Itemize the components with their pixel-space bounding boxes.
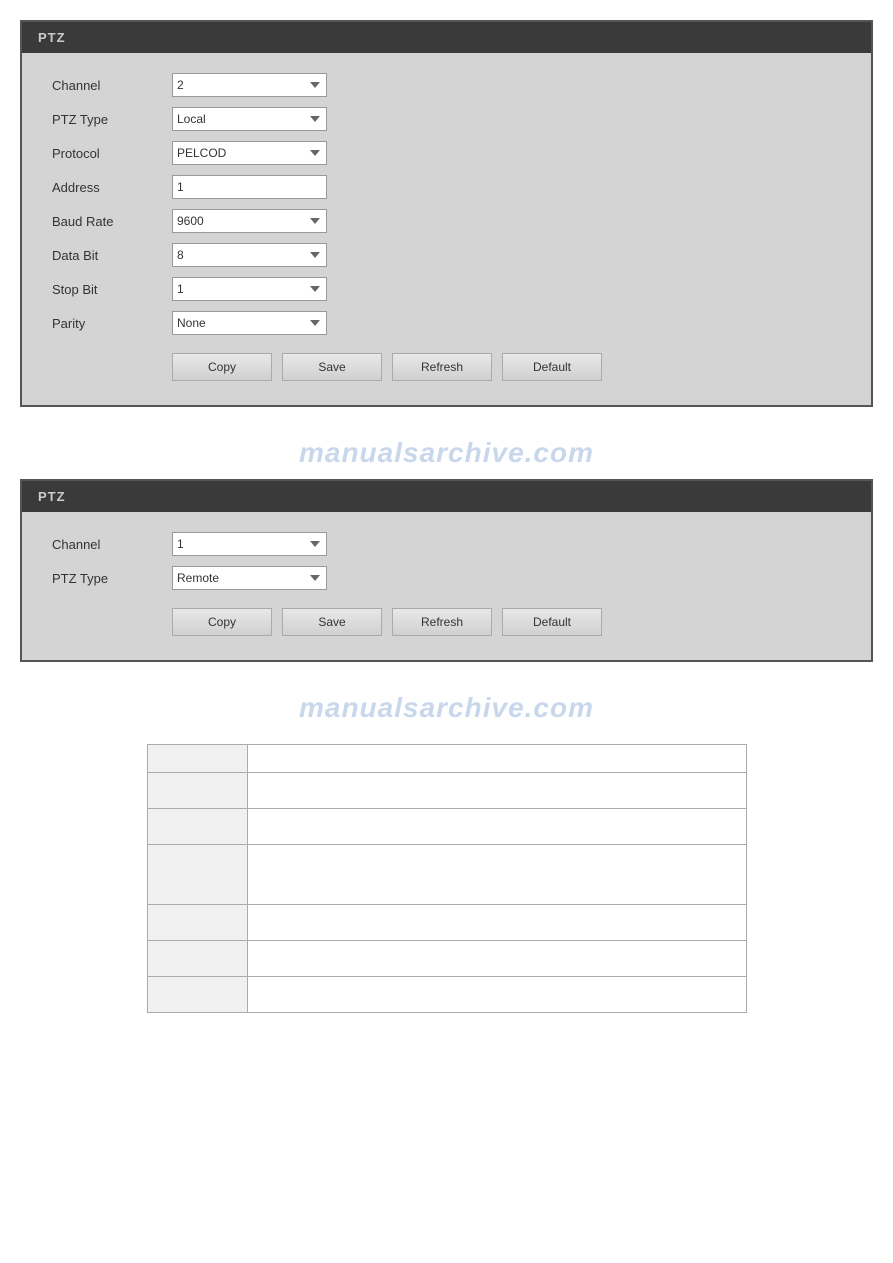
ptz-type-label: PTZ Type [52,112,172,127]
panel2-refresh-button[interactable]: Refresh [392,608,492,636]
data-bit-select[interactable]: 5 6 7 8 [172,243,327,267]
stop-bit-label: Stop Bit [52,282,172,297]
address-label: Address [52,180,172,195]
channel-select[interactable]: 1 2 3 4 [172,73,327,97]
ptz-panel-2: PTZ Channel 1 2 3 4 PTZ Type Local Remot… [20,479,873,662]
ptz-panel-1-body: Channel 1 2 3 4 PTZ Type Local Remote Pr… [22,53,871,405]
stop-bit-select[interactable]: 1 2 [172,277,327,301]
ptz-type-select[interactable]: Local Remote [172,107,327,131]
panel1-button-row: Copy Save Refresh Default [52,353,841,381]
protocol-row: Protocol PELCOD PELCOP [52,141,841,165]
table-row [147,745,746,773]
baud-rate-select[interactable]: 1200 2400 4800 9600 19200 [172,209,327,233]
table-cell-label [147,977,247,1013]
protocol-label: Protocol [52,146,172,161]
table-cell-label [147,809,247,845]
table-cell-label [147,773,247,809]
panel1-refresh-button[interactable]: Refresh [392,353,492,381]
table-row [147,977,746,1013]
table-row [147,845,746,905]
panel1-default-button[interactable]: Default [502,353,602,381]
table-cell-label [147,845,247,905]
protocol-select[interactable]: PELCOD PELCOP [172,141,327,165]
table-section [147,744,747,1013]
p2-ptz-type-label: PTZ Type [52,571,172,586]
data-bit-row: Data Bit 5 6 7 8 [52,243,841,267]
p2-ptz-type-row: PTZ Type Local Remote [52,566,841,590]
ptz-panel-1-title: PTZ [38,30,66,45]
table-row [147,941,746,977]
table-cell-value [247,745,746,773]
p2-ptz-type-select[interactable]: Local Remote [172,566,327,590]
table-cell-value [247,845,746,905]
channel-row: Channel 1 2 3 4 [52,73,841,97]
table-cell-value [247,773,746,809]
data-table [147,744,747,1013]
address-input[interactable] [172,175,327,199]
stop-bit-row: Stop Bit 1 2 [52,277,841,301]
parity-select[interactable]: None Odd Even [172,311,327,335]
table-cell-value [247,941,746,977]
panel1-copy-button[interactable]: Copy [172,353,272,381]
ptz-panel-2-header: PTZ [22,481,871,512]
table-row [147,809,746,845]
ptz-panel-1: PTZ Channel 1 2 3 4 PTZ Type Local Remot… [20,20,873,407]
table-row [147,773,746,809]
table-cell-label [147,905,247,941]
table-row [147,905,746,941]
address-row: Address [52,175,841,199]
parity-label: Parity [52,316,172,331]
panel2-copy-button[interactable]: Copy [172,608,272,636]
p2-channel-label: Channel [52,537,172,552]
data-bit-label: Data Bit [52,248,172,263]
table-cell-value [247,977,746,1013]
table-cell-value [247,809,746,845]
panel2-default-button[interactable]: Default [502,608,602,636]
table-cell-label [147,745,247,773]
panel2-save-button[interactable]: Save [282,608,382,636]
ptz-panel-2-body: Channel 1 2 3 4 PTZ Type Local Remote Co… [22,512,871,660]
baud-rate-label: Baud Rate [52,214,172,229]
panel1-save-button[interactable]: Save [282,353,382,381]
ptz-type-row: PTZ Type Local Remote [52,107,841,131]
baud-rate-row: Baud Rate 1200 2400 4800 9600 19200 [52,209,841,233]
p2-channel-select[interactable]: 1 2 3 4 [172,532,327,556]
watermark-2: manualsarchive.com [20,692,873,724]
ptz-panel-2-title: PTZ [38,489,66,504]
table-cell-value [247,905,746,941]
panel2-button-row: Copy Save Refresh Default [52,608,841,636]
ptz-panel-1-header: PTZ [22,22,871,53]
p2-channel-row: Channel 1 2 3 4 [52,532,841,556]
parity-row: Parity None Odd Even [52,311,841,335]
table-cell-label [147,941,247,977]
channel-label: Channel [52,78,172,93]
watermark-1: manualsarchive.com [20,437,873,469]
